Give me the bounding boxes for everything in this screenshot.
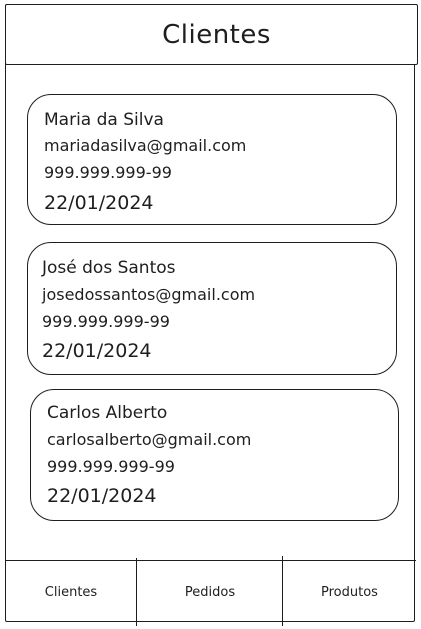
client-email: carlosalberto@gmail.com (47, 430, 252, 449)
tab-pedidos[interactable]: Pedidos (137, 561, 283, 623)
tab-divider (136, 558, 137, 626)
client-card[interactable]: Carlos Alberto carlosalberto@gmail.com 9… (30, 389, 399, 521)
client-date: 22/01/2024 (42, 340, 152, 362)
tab-clientes[interactable]: Clientes (5, 561, 137, 623)
tab-divider (282, 556, 283, 626)
client-date: 22/01/2024 (47, 485, 157, 507)
client-phone: 999.999.999-99 (47, 457, 175, 476)
client-card[interactable]: José dos Santos josedossantos@gmail.com … (27, 242, 397, 375)
page-header: Clientes (5, 4, 418, 65)
bottom-tab-bar: Clientes Pedidos Produtos (5, 560, 416, 622)
client-email: josedossantos@gmail.com (42, 285, 256, 304)
tab-produtos[interactable]: Produtos (283, 561, 416, 623)
client-name: José dos Santos (42, 258, 176, 278)
client-name: Maria da Silva (44, 110, 164, 130)
client-email: mariadasilva@gmail.com (44, 136, 247, 155)
client-phone: 999.999.999-99 (44, 163, 172, 182)
client-name: Carlos Alberto (47, 403, 168, 423)
client-phone: 999.999.999-99 (42, 312, 170, 331)
client-card[interactable]: Maria da Silva mariadasilva@gmail.com 99… (27, 94, 397, 225)
client-date: 22/01/2024 (44, 192, 154, 214)
page-title: Clientes (162, 19, 271, 50)
